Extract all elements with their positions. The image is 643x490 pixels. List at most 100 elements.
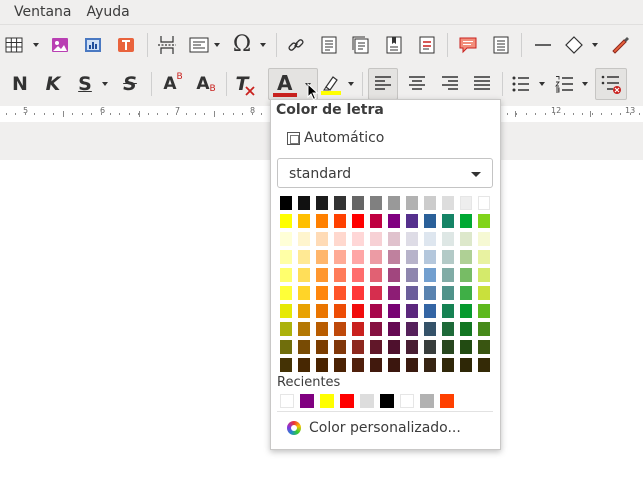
color-swatch[interactable]: [478, 304, 490, 318]
insert-bookmark-icon[interactable]: [383, 33, 405, 57]
justify-button[interactable]: [469, 72, 495, 96]
color-swatch[interactable]: [352, 322, 364, 336]
color-swatch[interactable]: [406, 250, 418, 264]
color-swatch[interactable]: [388, 286, 400, 300]
color-swatch[interactable]: [388, 322, 400, 336]
insert-footnote-icon[interactable]: [318, 33, 340, 57]
insert-line-icon[interactable]: [531, 33, 555, 57]
color-swatch[interactable]: [316, 322, 328, 336]
color-swatch[interactable]: [442, 214, 454, 228]
align-right-button[interactable]: [437, 72, 463, 96]
insert-field-icon[interactable]: [188, 33, 210, 57]
color-swatch[interactable]: [334, 268, 346, 282]
color-swatch[interactable]: [424, 340, 436, 354]
color-swatch[interactable]: [442, 322, 454, 336]
clear-formatting-button[interactable]: T: [234, 72, 260, 96]
color-swatch[interactable]: [370, 322, 382, 336]
color-swatch[interactable]: [316, 304, 328, 318]
color-swatch[interactable]: [297, 196, 310, 210]
color-swatch[interactable]: [388, 358, 400, 372]
color-swatch[interactable]: [334, 250, 346, 264]
color-swatch[interactable]: [424, 358, 436, 372]
color-swatch[interactable]: [405, 196, 418, 210]
color-swatch[interactable]: [441, 196, 454, 210]
color-swatch[interactable]: [298, 286, 310, 300]
color-swatch[interactable]: [352, 250, 364, 264]
color-swatch[interactable]: [298, 214, 310, 228]
color-swatch[interactable]: [352, 214, 364, 228]
superscript-button[interactable]: A B: [160, 72, 186, 96]
color-swatch[interactable]: [460, 232, 472, 246]
color-swatch[interactable]: [334, 322, 346, 336]
menu-ayuda[interactable]: Ayuda: [79, 4, 137, 20]
recent-color-swatch[interactable]: [320, 394, 334, 408]
color-swatch[interactable]: [298, 250, 310, 264]
color-swatch[interactable]: [334, 286, 346, 300]
insert-chart-icon[interactable]: [83, 33, 103, 57]
color-swatch[interactable]: [352, 358, 364, 372]
subscript-button[interactable]: A B: [193, 72, 219, 96]
color-swatch[interactable]: [406, 322, 418, 336]
color-swatch[interactable]: [478, 250, 490, 264]
recent-color-swatch[interactable]: [280, 394, 294, 408]
color-swatch[interactable]: [424, 304, 436, 318]
color-swatch[interactable]: [298, 232, 310, 246]
color-swatch[interactable]: [370, 214, 382, 228]
color-swatch[interactable]: [388, 250, 400, 264]
color-swatch[interactable]: [460, 358, 472, 372]
underline-button[interactable]: S: [73, 72, 97, 96]
menu-ventana[interactable]: Ventana: [0, 4, 79, 20]
color-swatch[interactable]: [334, 358, 346, 372]
align-left-button[interactable]: [368, 68, 398, 100]
numbered-list-dropdown-icon[interactable]: [582, 82, 588, 86]
basic-shapes-dropdown-icon[interactable]: [592, 43, 598, 47]
color-swatch[interactable]: [280, 232, 292, 246]
color-swatch[interactable]: [460, 214, 472, 228]
color-swatch[interactable]: [280, 340, 292, 354]
color-swatch[interactable]: [460, 340, 472, 354]
recent-color-swatch[interactable]: [340, 394, 354, 408]
custom-color-button[interactable]: Color personalizado...: [287, 418, 461, 438]
color-swatch[interactable]: [298, 358, 310, 372]
color-swatch[interactable]: [280, 196, 292, 210]
insert-table-dropdown-icon[interactable]: [33, 43, 39, 47]
color-swatch[interactable]: [442, 286, 454, 300]
color-swatch[interactable]: [459, 196, 472, 210]
color-swatch[interactable]: [316, 358, 328, 372]
insert-page-break-icon[interactable]: [156, 33, 178, 57]
bullet-list-button[interactable]: [509, 72, 533, 96]
color-swatch[interactable]: [370, 232, 382, 246]
recent-color-swatch[interactable]: [420, 394, 434, 408]
recent-color-swatch[interactable]: [360, 394, 374, 408]
color-swatch[interactable]: [478, 232, 490, 246]
color-swatch[interactable]: [442, 304, 454, 318]
color-swatch[interactable]: [460, 304, 472, 318]
color-swatch[interactable]: [478, 268, 490, 282]
color-swatch[interactable]: [424, 214, 436, 228]
insert-endnote-icon[interactable]: [350, 33, 372, 57]
bullet-list-dropdown-icon[interactable]: [539, 82, 545, 86]
color-swatch[interactable]: [352, 268, 364, 282]
color-swatch[interactable]: [424, 268, 436, 282]
color-swatch[interactable]: [442, 232, 454, 246]
palette-select[interactable]: standard: [277, 158, 493, 188]
color-swatch[interactable]: [442, 250, 454, 264]
track-changes-icon[interactable]: [490, 33, 512, 57]
color-swatch[interactable]: [460, 250, 472, 264]
color-swatch[interactable]: [334, 340, 346, 354]
color-swatch[interactable]: [298, 322, 310, 336]
color-swatch[interactable]: [388, 232, 400, 246]
automatic-color-button[interactable]: Automático: [287, 130, 384, 146]
color-swatch[interactable]: [316, 268, 328, 282]
color-swatch[interactable]: [478, 340, 490, 354]
color-swatch[interactable]: [315, 196, 328, 210]
color-swatch[interactable]: [280, 214, 292, 228]
color-swatch[interactable]: [478, 358, 490, 372]
color-swatch[interactable]: [423, 196, 436, 210]
insert-textbox-icon[interactable]: [116, 33, 136, 57]
color-swatch[interactable]: [316, 232, 328, 246]
color-swatch[interactable]: [369, 196, 382, 210]
color-swatch[interactable]: [442, 358, 454, 372]
recent-color-swatch[interactable]: [400, 394, 414, 408]
color-swatch[interactable]: [316, 340, 328, 354]
